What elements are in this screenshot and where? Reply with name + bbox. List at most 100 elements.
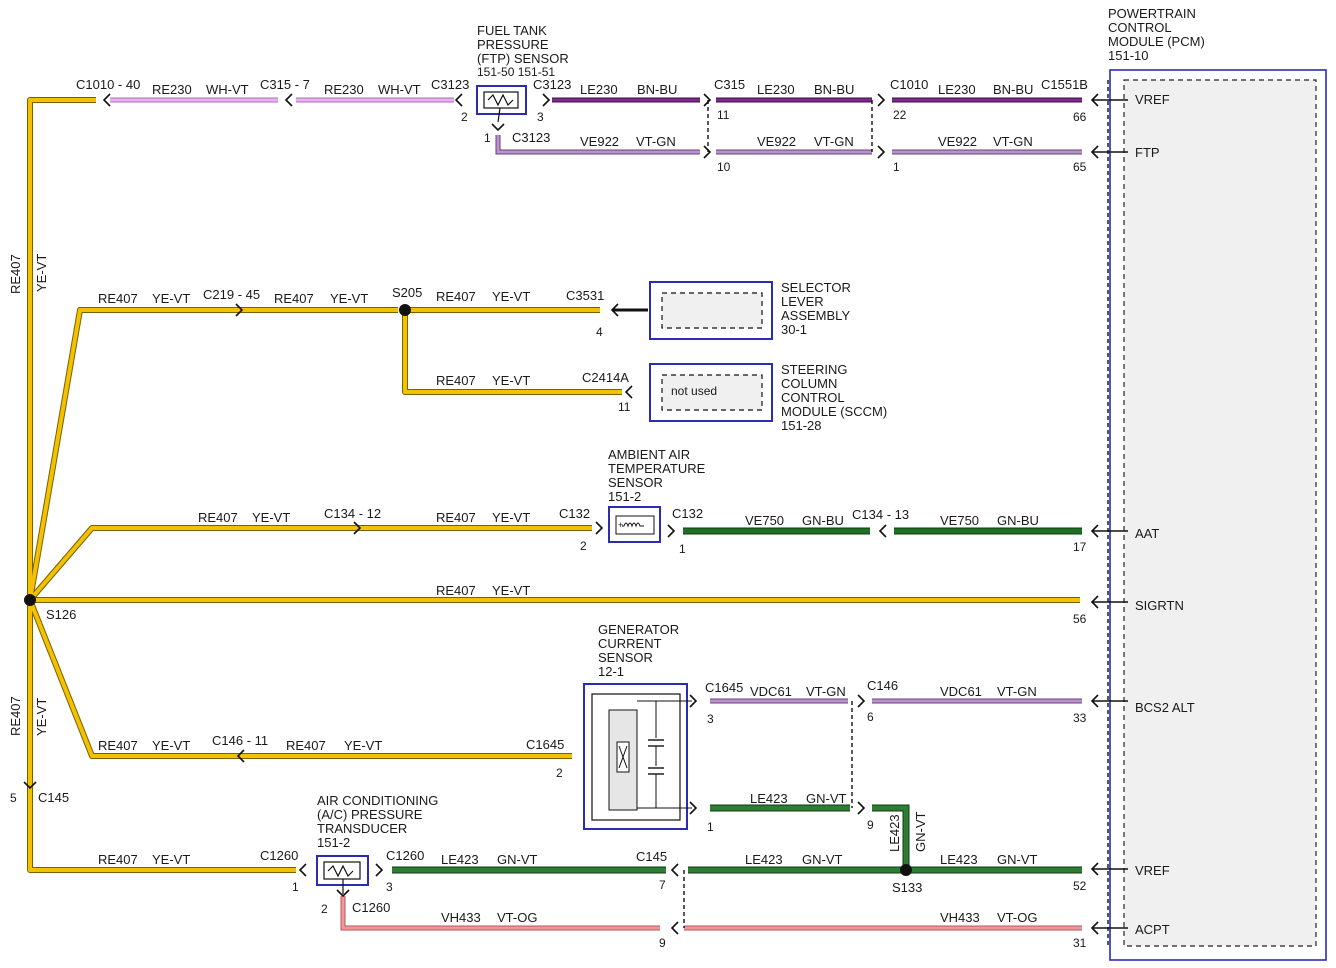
wire-vtgn-3: VT-GN xyxy=(993,134,1033,149)
selector-name-4: 30-1 xyxy=(781,322,807,337)
pcm-signal-bcs2alt: BCS2 ALT xyxy=(1135,700,1195,715)
wire-bnbu-2: BN-BU xyxy=(814,82,854,97)
aat-sensor-name-1: AMBIENT AIR xyxy=(608,447,690,462)
ftp-sensor[interactable] xyxy=(476,85,527,123)
wire-gnvt-gen: GN-VT xyxy=(806,791,847,806)
pcm-pin-65: 65 xyxy=(1073,160,1087,174)
connector-c3123-a: C3123 xyxy=(431,77,469,92)
connector-c3531: C3531 xyxy=(566,288,604,303)
connector-c134-13: C134 - 13 xyxy=(852,507,909,522)
wire-le423-ac-2: LE423 xyxy=(745,852,783,867)
splice-s133-label: S133 xyxy=(892,880,922,895)
connector-c146-11: C146 - 11 xyxy=(212,733,268,748)
c146-pin-6: 6 xyxy=(867,710,874,724)
wire-vtgn-2: VT-GN xyxy=(814,134,854,149)
pcm-pin-66: 66 xyxy=(1073,110,1087,124)
wire-yevt-gen-2: YE-VT xyxy=(344,738,382,753)
wire-yevt-ac: YE-VT xyxy=(152,852,190,867)
c3531-pin-4: 4 xyxy=(596,325,603,339)
wire-le230-3: LE230 xyxy=(938,82,976,97)
splice-s126-label: S126 xyxy=(46,607,76,622)
aat-sensor-name-2: TEMPERATURE xyxy=(608,461,706,476)
wire-re407-gen-1: RE407 xyxy=(98,738,138,753)
sccm-module[interactable]: not used xyxy=(649,363,773,422)
selector-name-1: SELECTOR xyxy=(781,280,851,295)
ftp-sensor-name-3: (FTP) SENSOR xyxy=(477,51,569,66)
wire-vtog-2: VT-OG xyxy=(997,910,1037,925)
generator-current-sensor[interactable] xyxy=(583,683,692,830)
wire-gnvt-vertical: GN-VT xyxy=(913,812,928,853)
connector-c1010-40: C1010 - 40 xyxy=(76,77,140,92)
wire-re230-2: RE230 xyxy=(324,82,364,97)
selector-lever-assembly[interactable] xyxy=(649,281,773,340)
wire-ve750-1: VE750 xyxy=(745,513,784,528)
pcm-pin-56: 56 xyxy=(1073,612,1087,626)
wire-vh433-2: VH433 xyxy=(940,910,980,925)
gen-sensor-name-2: CURRENT xyxy=(598,636,662,651)
wire-vtgn-1: VT-GN xyxy=(636,134,676,149)
sccm-name-4: MODULE (SCCM) xyxy=(781,404,887,419)
wire-vh433-1: VH433 xyxy=(441,910,481,925)
ac-transducer-name-1: AIR CONDITIONING xyxy=(317,793,438,808)
ftp-sensor-name-2: PRESSURE xyxy=(477,37,549,52)
wire-gnbu-2: GN-BU xyxy=(997,513,1039,528)
wire-le423-ac-1: LE423 xyxy=(441,852,479,867)
wire-le423-vertical: LE423 xyxy=(887,814,902,852)
connector-c1260-b: C1260 xyxy=(386,848,424,863)
wire-yevt-sel-3: YE-VT xyxy=(492,289,530,304)
wire-whvt-1: WH-VT xyxy=(206,82,249,97)
gen-sensor-name-1: GENERATOR xyxy=(598,622,679,637)
connector-c3123-b: C3123 xyxy=(533,77,571,92)
wire-ve922-2: VE922 xyxy=(757,134,796,149)
ac-transducer-name-2: (A/C) PRESSURE xyxy=(317,807,423,822)
re407-harness xyxy=(27,97,1080,873)
bus-re407-top: RE407 xyxy=(8,254,23,294)
wire-yevt-sel-1: YE-VT xyxy=(152,291,190,306)
wire-re407-sel-3: RE407 xyxy=(436,289,476,304)
wire-bnbu-1: BN-BU xyxy=(637,82,677,97)
c146-pin-9: 9 xyxy=(867,818,874,832)
pcm-pin-31: 31 xyxy=(1073,936,1087,950)
connector-c132-b: C132 xyxy=(672,506,703,521)
wire-gnvt-ac-3: GN-VT xyxy=(997,852,1038,867)
c132-pin-1: 1 xyxy=(679,542,686,556)
c145-pin-7: 7 xyxy=(659,878,666,892)
c1260-pin-1: 1 xyxy=(292,880,299,894)
sccm-not-used: not used xyxy=(671,384,717,398)
wire-vtog-1: VT-OG xyxy=(497,910,537,925)
ac-pressure-transducer[interactable] xyxy=(316,855,369,894)
ftp-pin-2: 2 xyxy=(461,110,468,124)
pcm-signal-aat: AAT xyxy=(1135,526,1159,541)
wire-le230-1: LE230 xyxy=(580,82,618,97)
c1010-pin-1: 1 xyxy=(893,160,900,174)
splice-s126-dot xyxy=(24,594,36,606)
connector-c145-a: C145 xyxy=(38,790,69,805)
pcm-signal-ftp: FTP xyxy=(1135,145,1160,160)
selector-name-3: ASSEMBLY xyxy=(781,308,850,323)
connector-c315-7: C315 - 7 xyxy=(260,77,310,92)
wire-le230-2: LE230 xyxy=(757,82,795,97)
wire-yevt-aat-1: YE-VT xyxy=(252,510,290,525)
svg-text:+: + xyxy=(618,520,623,530)
aat-sensor[interactable]: + xyxy=(608,506,661,543)
wire-gnbu-1: GN-BU xyxy=(802,513,844,528)
c145-pin-5: 5 xyxy=(10,791,17,805)
pcm-name-line-3: MODULE (PCM) xyxy=(1108,34,1205,49)
splice-s133-dot xyxy=(900,864,912,876)
bus-re407-bottom: RE407 xyxy=(8,696,23,736)
wire-ve922-1: VE922 xyxy=(580,134,619,149)
pcm-name-line-4: 151-10 xyxy=(1108,48,1148,63)
selector-name-2: LEVER xyxy=(781,294,824,309)
wire-re407-ac: RE407 xyxy=(98,852,138,867)
wire-yevt-aat-2: YE-VT xyxy=(492,510,530,525)
sccm-name-1: STEERING xyxy=(781,362,847,377)
connector-c145-b: C145 xyxy=(636,849,667,864)
connector-c1645-b: C1645 xyxy=(705,680,743,695)
splice-s205-label: S205 xyxy=(392,285,422,300)
pcm-signal-vref1: VREF xyxy=(1135,92,1170,107)
pcm-name-line-1: POWERTRAIN xyxy=(1108,6,1196,21)
c1645-pin-3: 3 xyxy=(707,712,714,726)
connector-c1260-c: C1260 xyxy=(352,900,390,915)
wiring-diagram: POWERTRAIN CONTROL MODULE (PCM) 151-10 V… xyxy=(8,6,1327,961)
connector-c1260-a: C1260 xyxy=(260,848,298,863)
